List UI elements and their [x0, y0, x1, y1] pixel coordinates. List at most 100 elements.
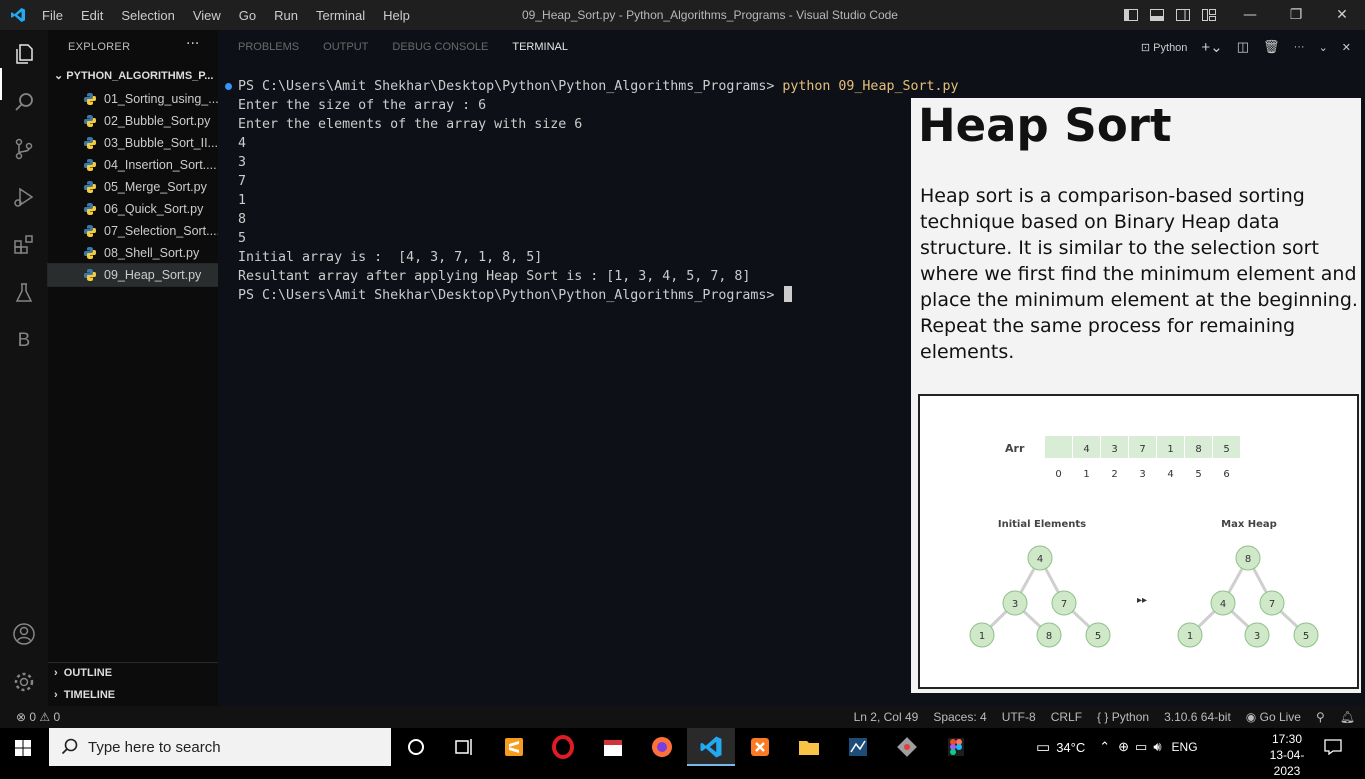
sublime-text-app[interactable]: [490, 728, 538, 766]
vscode-taskbar-app[interactable]: [687, 728, 735, 766]
timeline-section[interactable]: › TIMELINE: [54, 689, 115, 701]
notification-center-icon[interactable]: [1324, 739, 1342, 755]
file-name: 02_Bubble_Sort.py: [104, 114, 211, 128]
customize-layout-icon[interactable]: [1201, 7, 1217, 23]
toggle-sidebar-icon[interactable]: [1123, 7, 1139, 23]
array-index: 0: [1055, 469, 1061, 480]
menu-view[interactable]: View: [184, 0, 230, 30]
explorer-icon[interactable]: [12, 42, 36, 66]
tray-expand-icon[interactable]: ⌃: [1099, 739, 1110, 755]
file-item[interactable]: 06_Quick_Sort.py: [48, 198, 218, 220]
volume-icon[interactable]: 🔊︎: [1153, 739, 1161, 755]
system-clock[interactable]: 17:30 13-04-2023: [1262, 731, 1312, 779]
taskbar-search-box[interactable]: Type here to search: [49, 728, 391, 766]
account-icon[interactable]: [12, 622, 36, 646]
file-list: 01_Sorting_using_... 02_Bubble_Sort.py 03_…: [47, 88, 219, 287]
calendar-app[interactable]: [589, 728, 637, 766]
file-explorer-app[interactable]: [785, 728, 833, 766]
git-app[interactable]: [883, 728, 931, 766]
figma-app[interactable]: [932, 728, 980, 766]
file-item[interactable]: 07_Selection_Sort....: [48, 220, 218, 242]
problems-status[interactable]: ⊗ 0 ⚠ 0: [16, 706, 60, 728]
new-terminal-button[interactable]: +⌄: [1201, 38, 1222, 56]
menu-run[interactable]: Run: [265, 0, 307, 30]
menu-edit[interactable]: Edit: [72, 0, 112, 30]
go-live-button[interactable]: ◉ Go Live: [1246, 710, 1301, 724]
file-item[interactable]: 04_Insertion_Sort....: [48, 154, 218, 176]
file-item[interactable]: 09_Heap_Sort.py: [47, 263, 219, 287]
file-item[interactable]: 01_Sorting_using_...: [48, 88, 218, 110]
terminal-shell-selector[interactable]: ⊡ Python: [1141, 41, 1188, 54]
menu-go[interactable]: Go: [230, 0, 265, 30]
file-item[interactable]: 02_Bubble_Sort.py: [48, 110, 218, 132]
outline-section[interactable]: › OUTLINE: [54, 667, 112, 679]
initial-tree-node-value: 8: [1046, 631, 1052, 642]
maximize-panel-icon[interactable]: ⌄: [1319, 41, 1328, 54]
toggle-secondary-sidebar-icon[interactable]: [1175, 7, 1191, 23]
final-prompt-line: PS C:\Users\Amit Shekhar\Desktop\Python\…: [238, 286, 959, 305]
menu-help[interactable]: Help: [374, 0, 419, 30]
clock-date: 13-04-2023: [1269, 748, 1305, 778]
testing-flask-icon[interactable]: [12, 281, 36, 305]
minimize-button[interactable]: —: [1227, 0, 1273, 30]
max-heap-node-value: 5: [1303, 631, 1309, 642]
cursor-position[interactable]: Ln 2, Col 49: [854, 710, 919, 724]
file-item[interactable]: 05_Merge_Sort.py: [48, 176, 218, 198]
source-control-icon[interactable]: [12, 137, 36, 161]
python-interpreter[interactable]: 3.10.6 64-bit: [1164, 710, 1231, 724]
file-name: 09_Heap_Sort.py: [104, 268, 202, 282]
tab-problems[interactable]: PROBLEMS: [238, 41, 299, 53]
cortana-button[interactable]: [392, 728, 440, 766]
array-index: 5: [1195, 469, 1201, 480]
encoding[interactable]: UTF-8: [1002, 710, 1036, 724]
mysql-workbench-app[interactable]: [834, 728, 882, 766]
array-label: Arr: [1005, 442, 1025, 455]
weather-temp[interactable]: 34°C: [1056, 740, 1085, 755]
terminal-line: 8: [238, 212, 247, 227]
battery-icon[interactable]: ▭: [1135, 739, 1147, 755]
tab-debug-console[interactable]: DEBUG CONSOLE: [392, 41, 488, 53]
line-ending[interactable]: CRLF: [1051, 710, 1082, 724]
toggle-panel-icon[interactable]: [1149, 7, 1165, 23]
search-icon[interactable]: [12, 90, 36, 114]
windows-start-icon[interactable]: [15, 740, 31, 756]
vscode-logo-icon[interactable]: [10, 7, 26, 23]
file-item[interactable]: 08_Shell_Sort.py: [48, 242, 218, 264]
close-button[interactable]: ✕: [1319, 0, 1365, 30]
tab-terminal[interactable]: TERMINAL: [512, 41, 568, 53]
close-panel-icon[interactable]: ✕: [1342, 41, 1351, 54]
xampp-app[interactable]: [736, 728, 784, 766]
tab-output[interactable]: OUTPUT: [323, 41, 368, 53]
language-mode[interactable]: { } Python: [1097, 710, 1149, 724]
run-debug-icon[interactable]: [12, 185, 36, 209]
settings-gear-icon[interactable]: [12, 670, 36, 694]
menu-terminal[interactable]: Terminal: [307, 0, 374, 30]
menu-selection[interactable]: Selection: [112, 0, 183, 30]
firefox-app[interactable]: [638, 728, 686, 766]
feedback-icon[interactable]: ⚲: [1316, 710, 1325, 724]
workspace-folder[interactable]: ⌄ PYTHON_ALGORITHMS_P...: [54, 69, 213, 82]
extensions-icon[interactable]: [12, 233, 36, 257]
sidebar-divider: [48, 662, 218, 663]
weather-icon[interactable]: ▭: [1036, 738, 1050, 756]
file-item[interactable]: 03_Bubble_Sort_II....: [48, 132, 218, 154]
outline-label: OUTLINE: [63, 667, 113, 679]
split-terminal-icon[interactable]: ◫: [1237, 39, 1249, 55]
menu-file[interactable]: File: [33, 0, 72, 30]
opera-browser-app[interactable]: [539, 728, 587, 766]
file-name: 07_Selection_Sort....: [104, 224, 218, 238]
indentation[interactable]: Spaces: 4: [933, 710, 986, 724]
keyboard-language[interactable]: ENG: [1172, 740, 1198, 754]
restore-button[interactable]: ❐: [1273, 0, 1319, 30]
terminal-output[interactable]: PS C:\Users\Amit Shekhar\Desktop\Python\…: [225, 77, 959, 305]
more-actions-icon[interactable]: ···: [1294, 41, 1305, 53]
b-extension-icon[interactable]: B: [12, 329, 36, 353]
prompt: PS C:\Users\Amit Shekhar\Desktop\Python\…: [238, 79, 783, 94]
notifications-bell-icon[interactable]: 🔔︎: [1340, 710, 1355, 724]
network-globe-icon[interactable]: ⊕: [1118, 739, 1129, 755]
python-file-icon: [84, 269, 96, 281]
kill-terminal-icon[interactable]: 🗑︎: [1263, 39, 1280, 55]
initial-elements-label: Initial Elements: [998, 519, 1086, 530]
explorer-more-button[interactable]: ···: [186, 36, 199, 52]
task-view-button[interactable]: [440, 728, 488, 766]
